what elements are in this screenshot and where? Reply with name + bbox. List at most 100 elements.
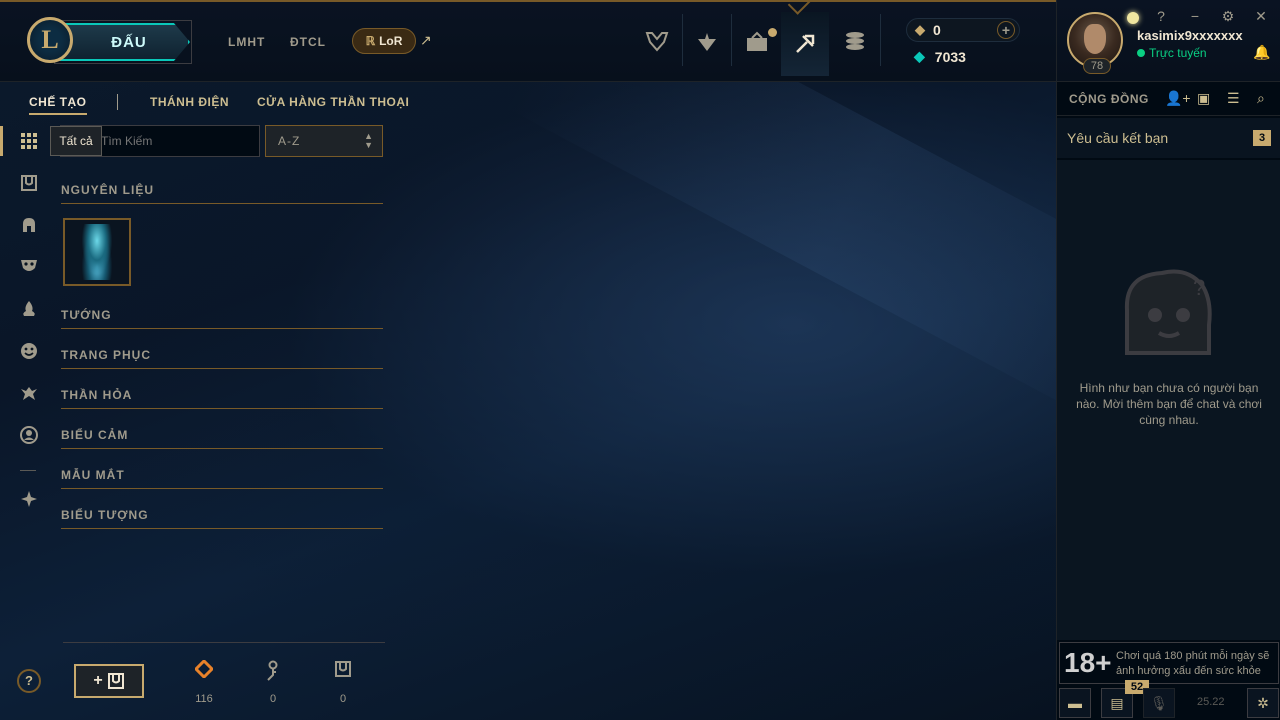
subnav-separator [117, 94, 118, 110]
add-folder-icon[interactable]: ▣ [1197, 90, 1210, 107]
sort-arrows-icon: ▲ ▼ [364, 131, 374, 150]
level-badge: 78 [1083, 58, 1111, 74]
mic-icon[interactable]: 🎙 [1143, 688, 1175, 718]
warning-text: Chơi quá 180 phút mỗi ngày sẽ ảnh hưởng … [1116, 650, 1270, 677]
section-skins[interactable]: TRANG PHỤC [61, 348, 383, 369]
lor-button[interactable]: ℝ LoR [352, 28, 416, 54]
tab-sanctum[interactable]: THÁNH ĐIỆN [150, 95, 229, 109]
social-bottom-bar: ▬ ▤ 52 🎙 25.22 ✲ [1057, 680, 1280, 720]
skin-filter-icon[interactable] [16, 253, 42, 279]
friends-empty-area: ? Hình như bạn chưa có người bạn nào. Mờ… [1057, 160, 1280, 640]
misc-filter-icon[interactable] [16, 486, 42, 512]
loot-item[interactable] [63, 218, 131, 286]
help-icon[interactable]: ? [1153, 8, 1169, 24]
section-wards[interactable]: THẦN HỎA [61, 388, 383, 409]
champion-filter-icon[interactable] [16, 212, 42, 238]
key-fragment-icon [267, 660, 278, 681]
top-bar: ĐẤU L LMHT ĐTCL ℝ LoR ↗ ◆ 0 + ◆ 7033 [0, 0, 1056, 82]
search-icon[interactable]: ⌕ [1257, 90, 1265, 107]
avatar-face [1084, 24, 1106, 54]
store-icon[interactable] [831, 18, 879, 66]
chat-icon[interactable]: ▬ [1059, 688, 1091, 718]
eye-pattern-filter-icon[interactable] [16, 380, 42, 406]
bottom-divider [63, 642, 385, 643]
top-separator [880, 14, 881, 66]
play-button[interactable]: ĐẤU [56, 23, 190, 61]
key-fragment-counter: 0 [258, 660, 288, 705]
version-label: 25.22 [1197, 696, 1225, 708]
section-champions[interactable]: TƯỚNG [61, 308, 383, 329]
social-panel: 78 ? − ⚙ ✕ kasimix9xxxxxxx Trực tuyến 🔔 … [1056, 0, 1280, 720]
age-warning: 18+ Chơi quá 180 phút mỗi ngày sẽ ảnh hư… [1059, 642, 1279, 684]
collection-notif-dot [768, 28, 777, 37]
profile-header: 78 ? − ⚙ ✕ kasimix9xxxxxxx Trực tuyến 🔔 [1057, 0, 1280, 82]
side-separator [20, 470, 36, 471]
social-title: CỘNG ĐỒNG [1069, 91, 1149, 106]
chest-filter-icon[interactable] [16, 170, 42, 196]
chest-value: 0 [339, 693, 347, 705]
settings-icon[interactable]: ⚙ [1220, 8, 1236, 25]
rp-balance: ◆ 0 + [906, 18, 1020, 42]
status-label: Trực tuyến [1149, 46, 1207, 60]
sort-value: A-Z [278, 134, 301, 148]
craft-plus: + [93, 672, 103, 689]
be-value: 7033 [934, 48, 966, 65]
ranked-icon[interactable] [683, 18, 731, 66]
friend-requests-label: Yêu cầu kết bạn [1067, 130, 1169, 146]
bug-report-icon[interactable]: ✲ [1247, 688, 1279, 718]
hextech-chest-icon [79, 224, 115, 280]
list-view-icon[interactable]: ☰ [1227, 90, 1240, 107]
lol-logo-icon[interactable]: L [27, 17, 73, 63]
icon-filter-icon[interactable] [16, 422, 42, 448]
tab-crafting[interactable]: CHẾ TẠO [29, 95, 87, 115]
close-icon[interactable]: ✕ [1253, 8, 1269, 25]
filter-tooltip: Tất cả [50, 126, 102, 156]
empty-friends-text: Hình như bạn chưa có người bạn nào. Mời … [1076, 381, 1262, 427]
rp-icon: ◆ [915, 22, 925, 37]
collection-icon[interactable] [733, 18, 781, 66]
sun-icon [1127, 12, 1139, 24]
minimize-icon[interactable]: − [1187, 8, 1203, 24]
buy-rp-button[interactable]: + [997, 21, 1015, 39]
loot-icon[interactable] [781, 12, 829, 76]
section-icons[interactable]: BIỂU TƯỢNG [61, 508, 383, 529]
friend-requests[interactable]: Yêu cầu kết bạn 3 [1057, 118, 1280, 158]
section-materials[interactable]: NGUYÊN LIỆU [61, 183, 383, 204]
rp-value: 0 [933, 22, 941, 38]
lor-logo-icon: ℝ [365, 34, 376, 48]
help-button[interactable]: ? [17, 669, 41, 693]
be-balance: ◆ 7033 [914, 48, 966, 65]
emote-filter-icon[interactable] [16, 338, 42, 364]
age-rating: 18+ [1064, 647, 1112, 678]
username: kasimix9xxxxxxx [1137, 28, 1243, 43]
friend-requests-count: 3 [1253, 130, 1271, 146]
top-gold-line [0, 0, 1056, 2]
external-link-icon: ↗ [420, 32, 432, 48]
poro-icon: ? [1124, 269, 1212, 355]
key-fragment-value: 0 [269, 693, 277, 705]
top-separator [731, 14, 732, 66]
status-dot-icon [1137, 49, 1145, 57]
chest-icon [335, 661, 351, 677]
orange-essence-value: 116 [195, 693, 213, 705]
sort-select[interactable]: A-Z ▲ ▼ [265, 125, 383, 157]
bell-icon[interactable]: 🔔 [1253, 44, 1270, 61]
tab-mythic-shop[interactable]: CỬA HÀNG THẦN THOẠI [257, 95, 409, 109]
all-grid-icon[interactable] [16, 128, 42, 154]
ward-filter-icon[interactable] [16, 296, 42, 322]
blue-essence-icon: ◆ [914, 48, 925, 64]
lor-label: LoR [379, 34, 403, 48]
nav-dtcl[interactable]: ĐTCL [290, 35, 326, 49]
add-friend-icon[interactable]: 👤+ [1165, 90, 1191, 107]
craft-key-button[interactable]: + [74, 664, 144, 698]
orange-essence-counter: 116 [189, 658, 219, 705]
nav-lmht[interactable]: LMHT [228, 35, 265, 49]
chest-counter: 0 [328, 660, 358, 705]
chest-icon [107, 673, 124, 689]
trophy-icon[interactable] [633, 18, 681, 66]
section-eye-patterns[interactable]: MẪU MẮT [61, 468, 383, 489]
side-active-indicator [0, 126, 3, 156]
orange-essence-icon [193, 658, 215, 680]
section-emotes[interactable]: BIỂU CẢM [61, 428, 383, 449]
online-status[interactable]: Trực tuyến [1137, 46, 1207, 60]
